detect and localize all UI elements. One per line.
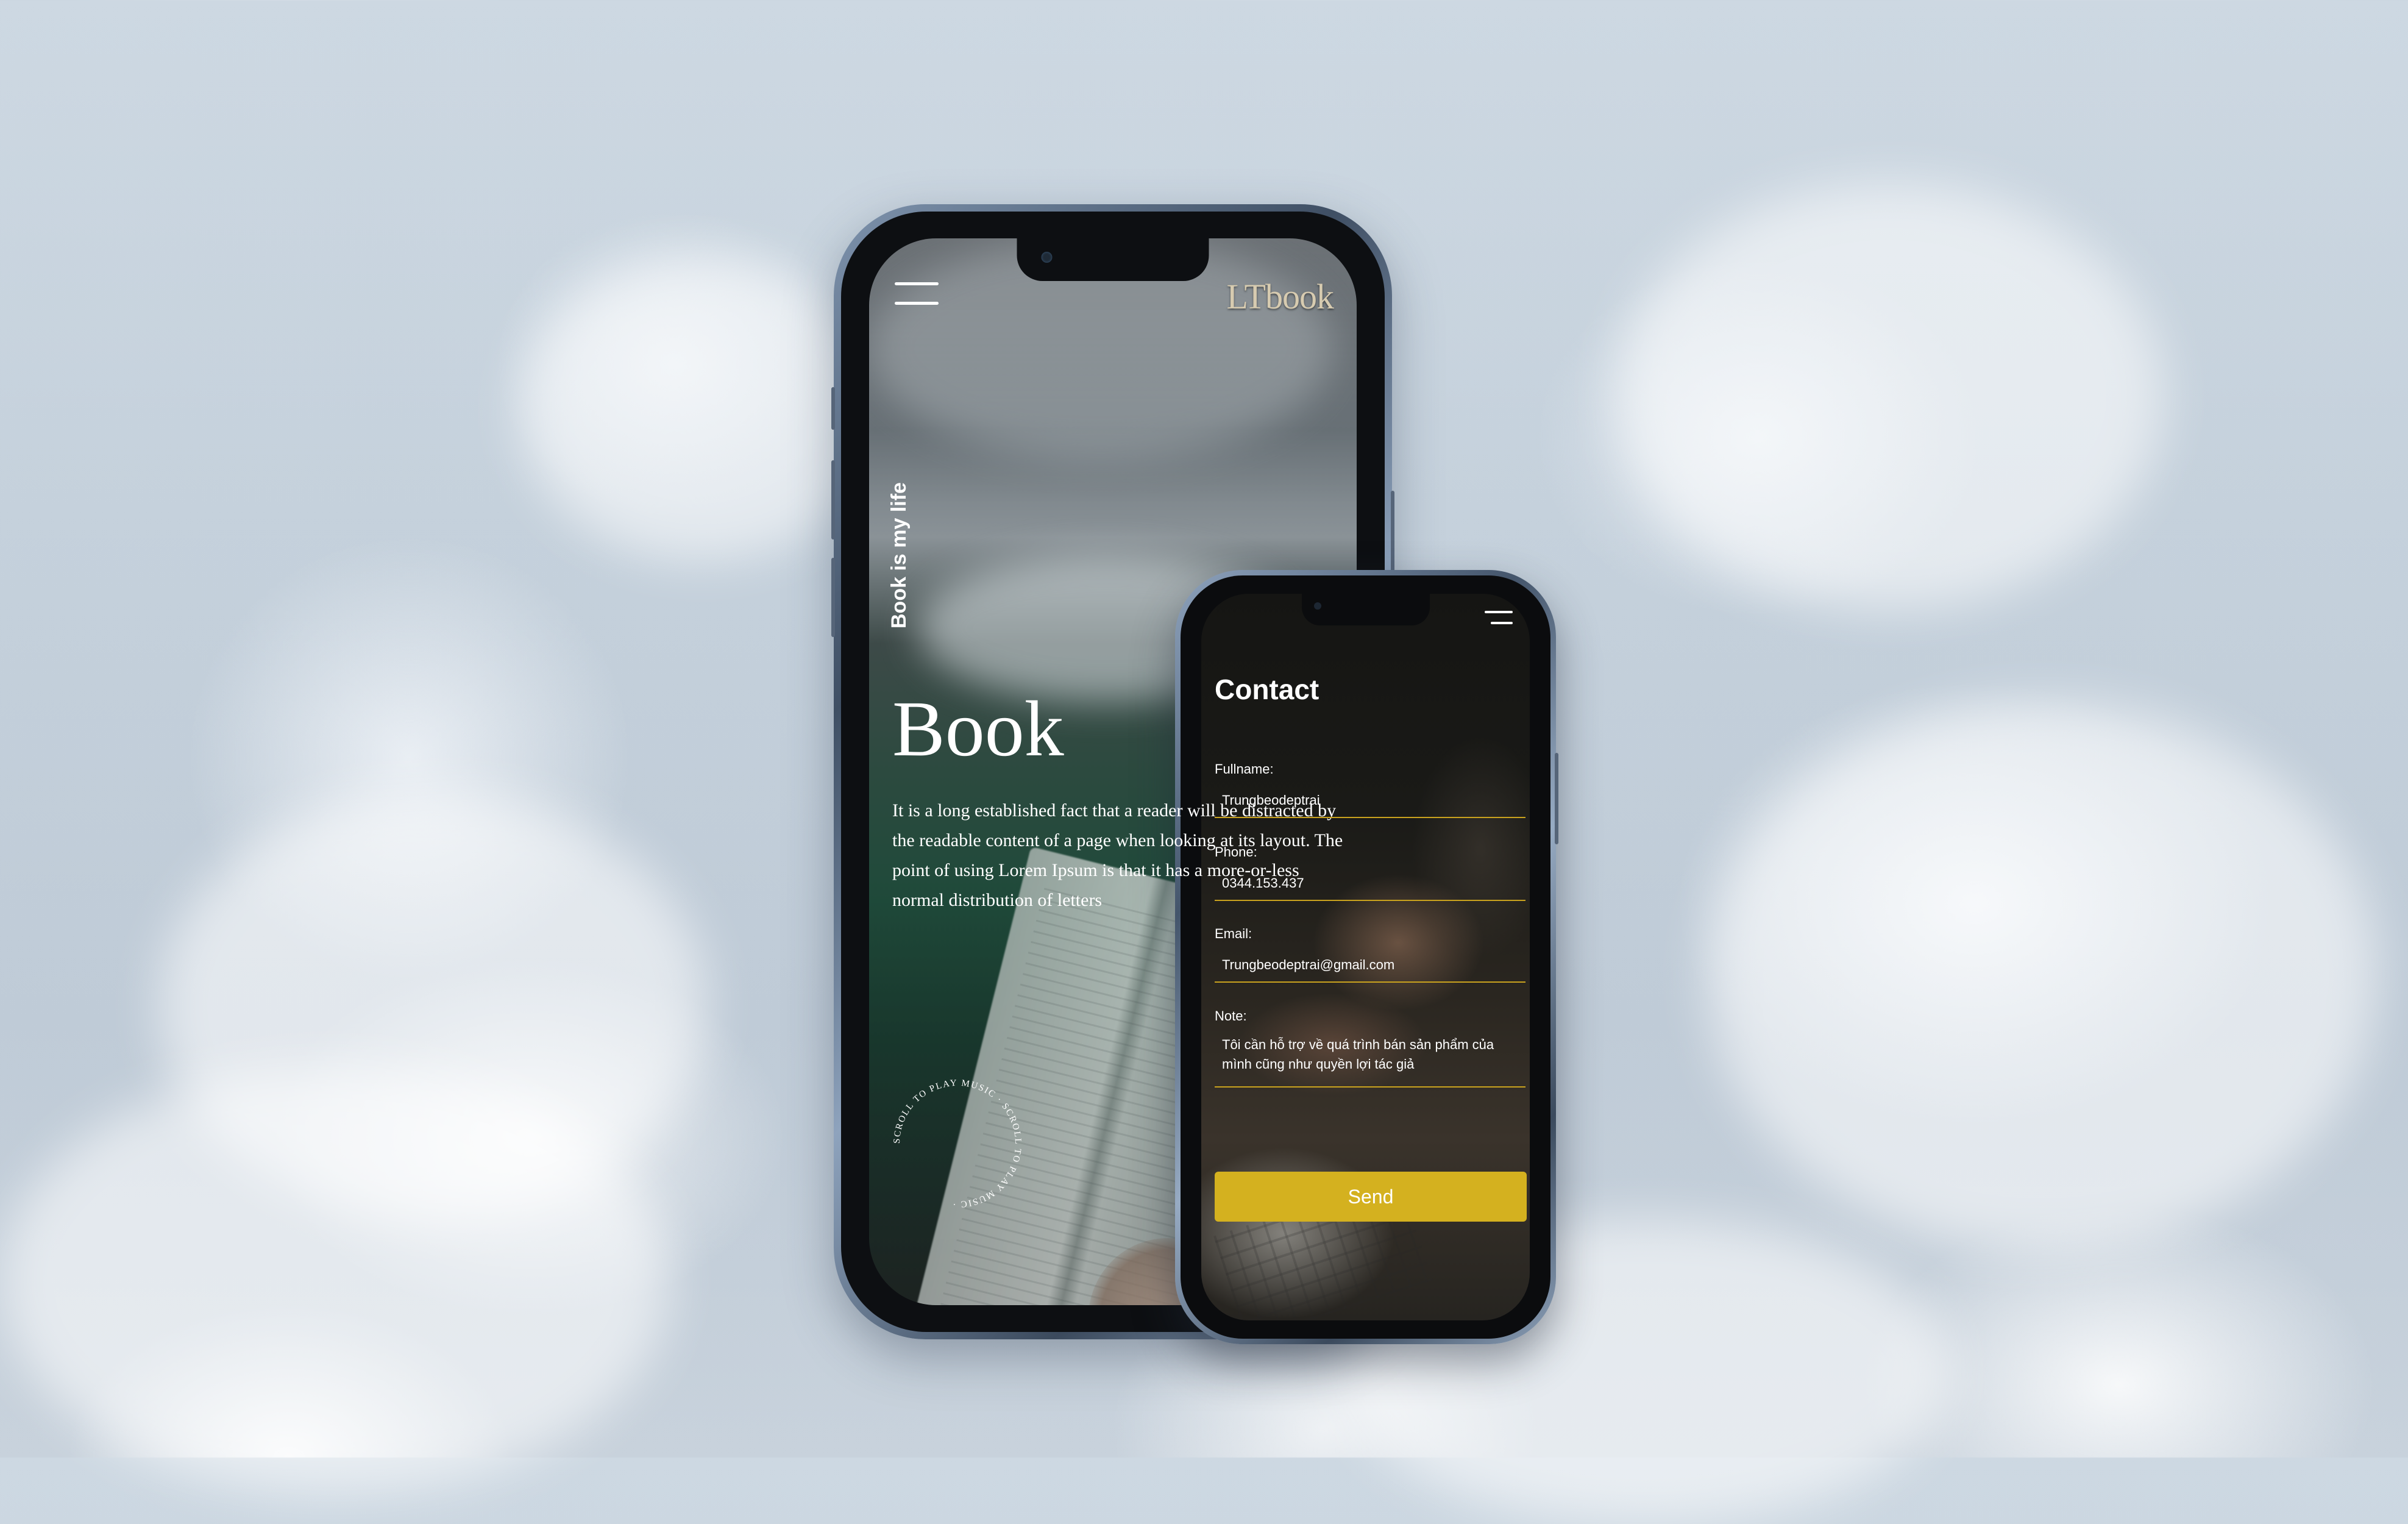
phone-bezel: Contact Fullname: Phone: Email: Note: Tô…: [1181, 575, 1550, 1339]
email-field[interactable]: [1215, 949, 1525, 983]
volume-down-button: [831, 558, 835, 637]
cloud: [1707, 701, 2377, 1250]
email-label: Email:: [1215, 926, 1252, 941]
phone-label: Phone:: [1215, 844, 1257, 860]
fullname-label: Fullname:: [1215, 761, 1274, 777]
tagline: Book is my life: [887, 482, 911, 628]
hamburger-menu-icon[interactable]: [1485, 611, 1513, 627]
note-label: Note:: [1215, 1008, 1247, 1024]
camera-icon: [1041, 252, 1053, 263]
phone-field[interactable]: [1215, 867, 1525, 901]
cloud: [1615, 183, 2164, 610]
hero-title: Book: [892, 685, 1064, 773]
scroll-to-play-music-badge[interactable]: SCROLL TO PLAY MUSIC · SCROLL TO PLAY MU…: [887, 1074, 1028, 1214]
fullname-field[interactable]: [1215, 784, 1525, 818]
scroll-badge-text: SCROLL TO PLAY MUSIC · SCROLL TO PLAY MU…: [892, 1078, 1021, 1209]
cloud: [0, 1067, 670, 1494]
side-button: [831, 387, 835, 430]
phone-mockup-contact: Contact Fullname: Phone: Email: Note: Tô…: [1175, 570, 1558, 1344]
notch: [1301, 594, 1430, 625]
contact-title: Contact: [1215, 674, 1319, 705]
volume-up-button: [831, 460, 835, 539]
power-button: [1555, 753, 1558, 844]
notch: [1017, 238, 1209, 281]
brand-logo[interactable]: LTbook: [1226, 276, 1334, 317]
note-field[interactable]: Tôi cần hỗ trợ về quá trình bán sản phẩm…: [1215, 1031, 1525, 1088]
contact-screen: Contact Fullname: Phone: Email: Note: Tô…: [1201, 594, 1530, 1320]
send-button[interactable]: Send: [1215, 1172, 1527, 1222]
hamburger-menu-icon[interactable]: [895, 282, 939, 307]
cloud: [518, 256, 884, 561]
svg-text:SCROLL TO PLAY MUSIC · SCROLL: SCROLL TO PLAY MUSIC · SCROLL TO PLAY MU…: [892, 1078, 1023, 1209]
camera-icon: [1313, 602, 1321, 610]
